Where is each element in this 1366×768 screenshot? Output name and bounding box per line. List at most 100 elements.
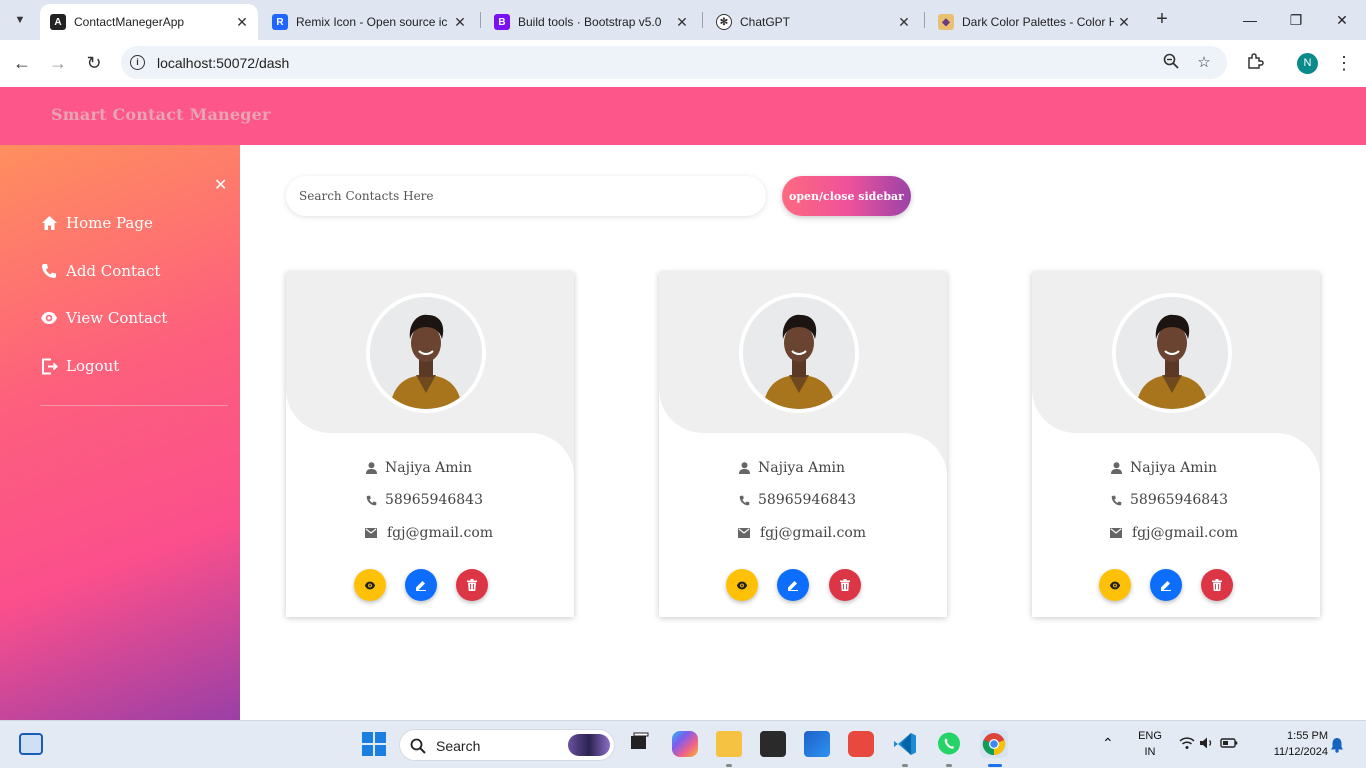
pencil-icon xyxy=(416,581,426,591)
sidebar-item-add-contact[interactable]: Add Contact xyxy=(40,262,160,280)
view-contact-button[interactable] xyxy=(354,569,386,601)
search-icon xyxy=(410,738,426,754)
windows-start-icon[interactable] xyxy=(361,731,387,757)
minimize-icon[interactable]: — xyxy=(1238,8,1262,32)
mail-icon xyxy=(1110,527,1122,539)
contact-phone-row: 58965946843 xyxy=(1110,492,1228,508)
edit-contact-button[interactable] xyxy=(1150,569,1182,601)
tab-title: Build tools · Bootstrap v5.0 xyxy=(518,15,662,29)
chevron-up-icon[interactable]: ⌃ xyxy=(1102,735,1114,752)
phone-icon xyxy=(40,262,58,280)
app-navbar: Smart Contact Maneger xyxy=(0,87,1366,145)
close-tab-icon[interactable]: ✕ xyxy=(450,14,470,31)
task-view-icon[interactable] xyxy=(628,731,654,757)
tab-title: Remix Icon - Open source ic xyxy=(296,15,448,29)
vscode-icon[interactable] xyxy=(892,731,918,757)
file-explorer-icon[interactable] xyxy=(716,731,742,757)
contact-email-row: fgj@gmail.com xyxy=(365,525,493,541)
clock-time[interactable]: 1:55 PM xyxy=(1258,730,1328,742)
home-icon xyxy=(40,214,58,232)
contact-name: Najiya Amin xyxy=(1130,460,1218,476)
contact-avatar xyxy=(366,293,486,413)
sidebar-item-logout[interactable]: Logout xyxy=(40,357,119,375)
search-highlight-icon xyxy=(568,734,610,756)
browser-tab-strip: ▼ A ContactManegerApp ✕ R Remix Icon - O… xyxy=(0,0,1366,40)
angular-icon: A xyxy=(50,14,66,30)
sidebar: ✕ Home Page Add Contact View Contact Log… xyxy=(0,145,240,720)
trash-icon xyxy=(1212,579,1222,591)
edit-contact-button[interactable] xyxy=(405,569,437,601)
system-tray-icons[interactable] xyxy=(1179,736,1239,754)
view-contact-button[interactable] xyxy=(726,569,758,601)
brand-title[interactable]: Smart Contact Maneger xyxy=(51,105,271,124)
close-icon[interactable]: ✕ xyxy=(214,175,227,195)
contact-phone: 58965946843 xyxy=(385,492,483,508)
profile-avatar[interactable]: N xyxy=(1297,53,1318,74)
pencil-icon xyxy=(1161,581,1171,591)
tab-remix-icon[interactable]: R Remix Icon - Open source ic ✕ xyxy=(262,4,476,40)
close-tab-icon[interactable]: ✕ xyxy=(1114,14,1134,31)
sidebar-item-home[interactable]: Home Page xyxy=(40,214,153,232)
terminal-icon[interactable] xyxy=(760,731,786,757)
phone-icon xyxy=(1110,494,1122,506)
close-tab-icon[interactable]: ✕ xyxy=(894,14,914,31)
remix-icon: R xyxy=(272,14,288,30)
notification-bell-icon[interactable] xyxy=(1330,737,1346,753)
close-tab-icon[interactable]: ✕ xyxy=(232,14,252,31)
contact-phone: 58965946843 xyxy=(1130,492,1228,508)
clock-date[interactable]: 11/12/2024 xyxy=(1254,746,1328,758)
url-text[interactable]: localhost:50072/dash xyxy=(157,55,289,71)
window-close-icon[interactable]: ✕ xyxy=(1330,8,1354,32)
contact-avatar xyxy=(1112,293,1232,413)
clipchamp-icon[interactable] xyxy=(848,731,874,757)
tab-dark-color-palettes[interactable]: ◆ Dark Color Palettes - Color H ✕ xyxy=(928,4,1140,40)
whatsapp-icon[interactable] xyxy=(936,731,962,757)
contact-email: fgj@gmail.com xyxy=(760,525,867,541)
sidebar-item-view-contact[interactable]: View Contact xyxy=(40,309,167,327)
sidebar-item-label: Logout xyxy=(66,357,120,375)
extensions-icon[interactable] xyxy=(1244,52,1266,74)
taskbar-search-label: Search xyxy=(436,738,481,754)
chrome-taskbar-button[interactable] xyxy=(980,730,1008,758)
widgets-icon[interactable] xyxy=(19,733,43,755)
region-indicator[interactable]: IN xyxy=(1136,746,1164,758)
site-info-icon[interactable]: i xyxy=(130,55,145,70)
running-indicator xyxy=(726,764,732,767)
browser-toolbar: ← → ↻ i localhost:50072/dash ☆ N ⋮ xyxy=(0,40,1366,87)
view-contact-button[interactable] xyxy=(1099,569,1131,601)
taskbar-search[interactable]: Search xyxy=(399,729,615,761)
card-header-bg xyxy=(1032,272,1320,433)
copilot-icon[interactable] xyxy=(672,731,698,757)
contact-name: Najiya Amin xyxy=(758,460,846,476)
trash-icon xyxy=(467,579,477,591)
forward-arrow-icon[interactable]: → xyxy=(46,51,70,75)
tab-title: Dark Color Palettes - Color H xyxy=(962,15,1114,29)
delete-contact-button[interactable] xyxy=(456,569,488,601)
wifi-icon xyxy=(1179,737,1195,749)
tab-bootstrap[interactable]: B Build tools · Bootstrap v5.0 ✕ xyxy=(484,4,698,40)
delete-contact-button[interactable] xyxy=(1201,569,1233,601)
microsoft-store-icon[interactable] xyxy=(804,731,830,757)
logout-icon xyxy=(40,357,58,375)
address-bar[interactable]: i localhost:50072/dash ☆ xyxy=(121,46,1227,79)
reload-icon[interactable]: ↻ xyxy=(82,51,106,75)
tab-contactmanegerapp[interactable]: A ContactManegerApp ✕ xyxy=(40,4,258,40)
phone-icon xyxy=(738,494,750,506)
contact-card: Najiya Amin 58965946843 fgj@gmail.com xyxy=(659,272,947,617)
tab-chatgpt[interactable]: ✻ ChatGPT ✕ xyxy=(706,4,920,40)
delete-contact-button[interactable] xyxy=(829,569,861,601)
more-menu-icon[interactable]: ⋮ xyxy=(1334,51,1354,75)
bookmark-star-icon[interactable]: ☆ xyxy=(1194,53,1214,73)
zoom-icon[interactable] xyxy=(1161,53,1181,73)
contact-email: fgj@gmail.com xyxy=(1132,525,1239,541)
restore-icon[interactable]: ❐ xyxy=(1284,8,1308,32)
tab-search-button[interactable]: ▼ xyxy=(6,7,34,33)
back-arrow-icon[interactable]: ← xyxy=(10,51,34,75)
edit-contact-button[interactable] xyxy=(777,569,809,601)
toggle-sidebar-button[interactable]: open/close sidebar xyxy=(782,176,911,216)
close-tab-icon[interactable]: ✕ xyxy=(672,14,692,31)
search-contacts-input[interactable] xyxy=(286,176,766,216)
mail-icon xyxy=(738,527,750,539)
language-indicator[interactable]: ENG xyxy=(1136,730,1164,742)
new-tab-button[interactable]: + xyxy=(1150,8,1174,32)
